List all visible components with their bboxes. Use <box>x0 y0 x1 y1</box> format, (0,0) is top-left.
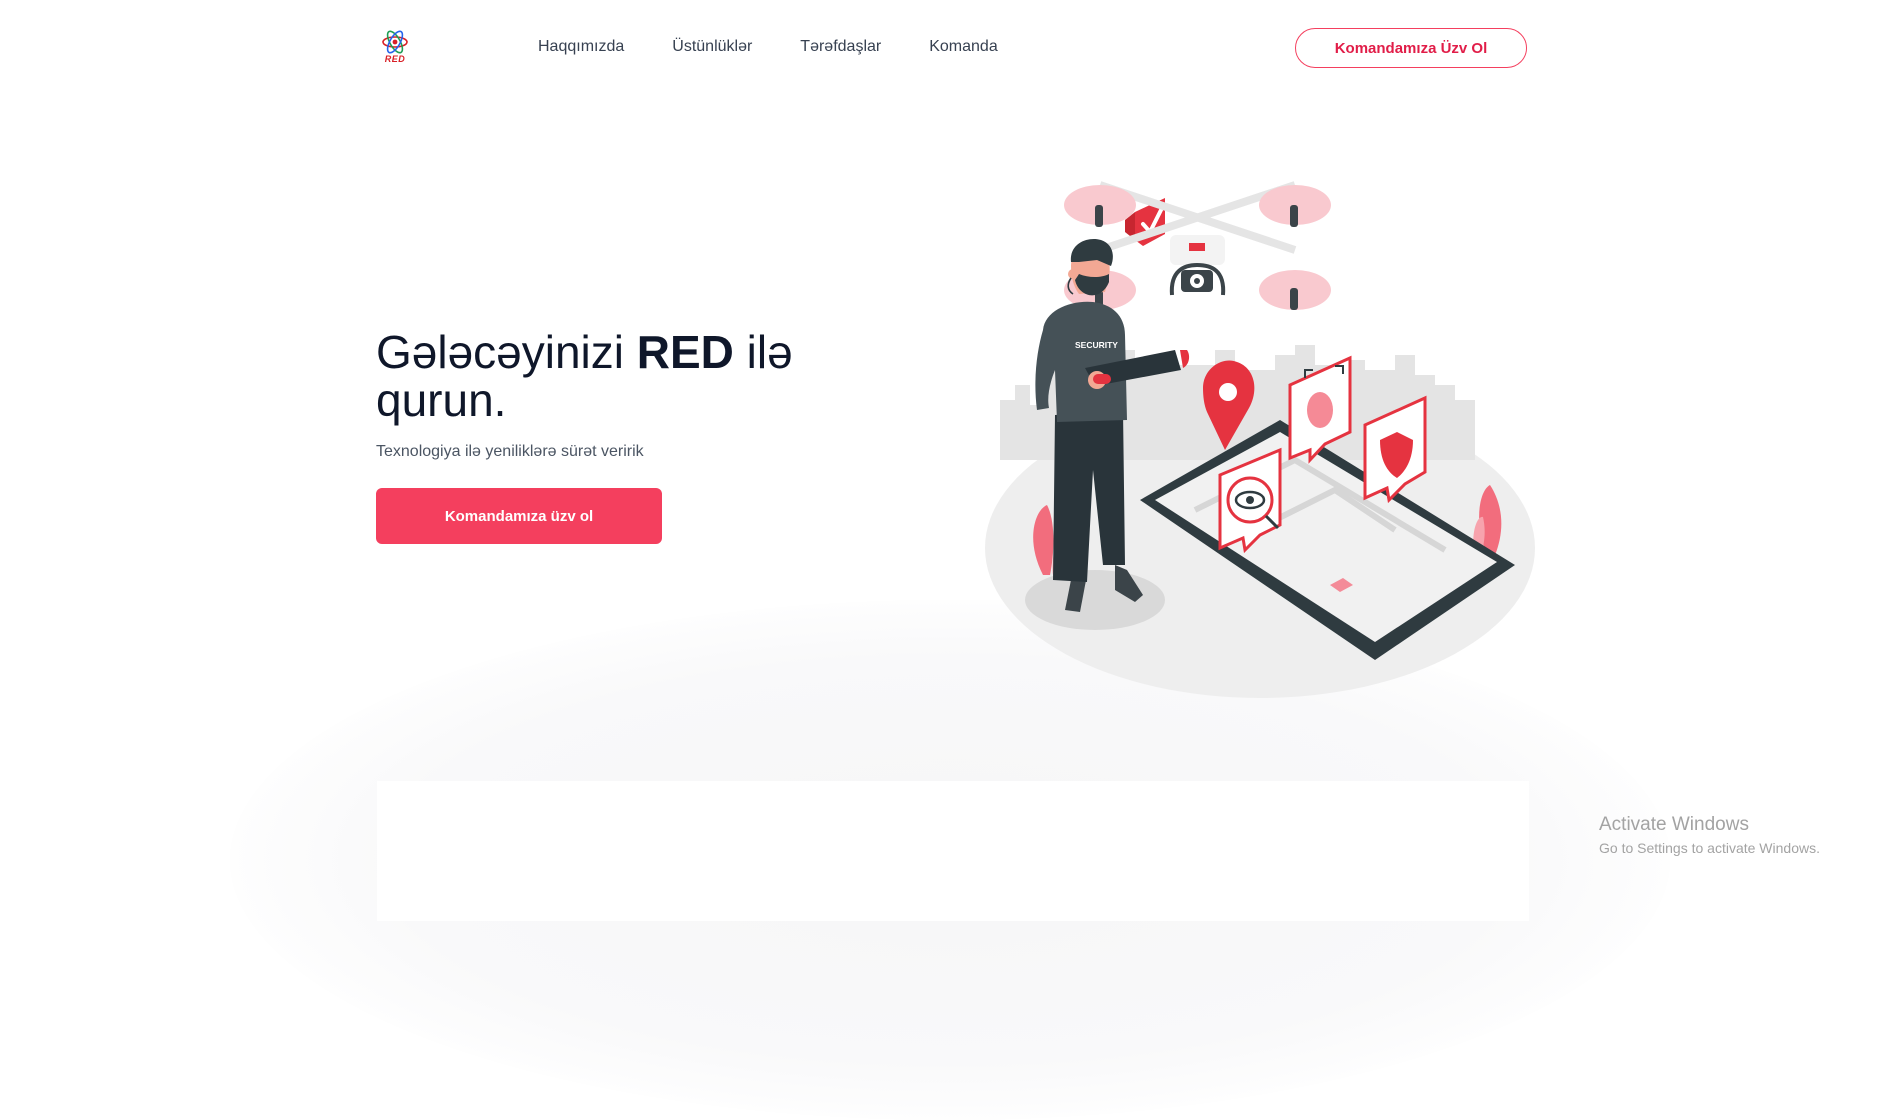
content-card <box>377 781 1529 921</box>
join-team-header-button[interactable]: Komandamıza Üzv Ol <box>1295 28 1527 68</box>
atom-logo-icon <box>382 30 408 54</box>
hero-title-brand: RED <box>636 326 734 378</box>
logo[interactable]: RED <box>378 30 412 68</box>
watermark-subtitle: Go to Settings to activate Windows. <box>1599 840 1820 856</box>
hero-title: Gələcəyinizi RED ilə qurun. <box>376 328 896 424</box>
person-shadow <box>1025 570 1165 630</box>
nav-item-ustunlukler[interactable]: Üstünlüklər <box>672 38 752 56</box>
security-illustration: SECURITY <box>985 181 1535 698</box>
site-header: RED Haqqımızda Üstünlüklər Tərəfdaşlar K… <box>0 0 1889 100</box>
nav-item-haqqimizda[interactable]: Haqqımızda <box>538 38 624 56</box>
hero-title-part1: Gələcəyinizi <box>376 326 637 378</box>
join-team-hero-button[interactable]: Komandamıza üzv ol <box>376 488 662 544</box>
windows-activation-watermark: Activate Windows Go to Settings to activ… <box>1599 814 1820 856</box>
security-badge-text: SECURITY <box>1075 340 1118 350</box>
main-nav: Haqqımızda Üstünlüklər Tərəfdaşlar Koman… <box>538 38 998 56</box>
watermark-title: Activate Windows <box>1599 814 1749 835</box>
nav-item-komanda[interactable]: Komanda <box>929 38 998 56</box>
hero-subtitle: Texnologiya ilə yeniliklərə sürət veriri… <box>376 443 644 460</box>
nav-item-terefdaslar[interactable]: Tərəfdaşlar <box>800 38 881 56</box>
logo-text: RED <box>384 54 406 64</box>
